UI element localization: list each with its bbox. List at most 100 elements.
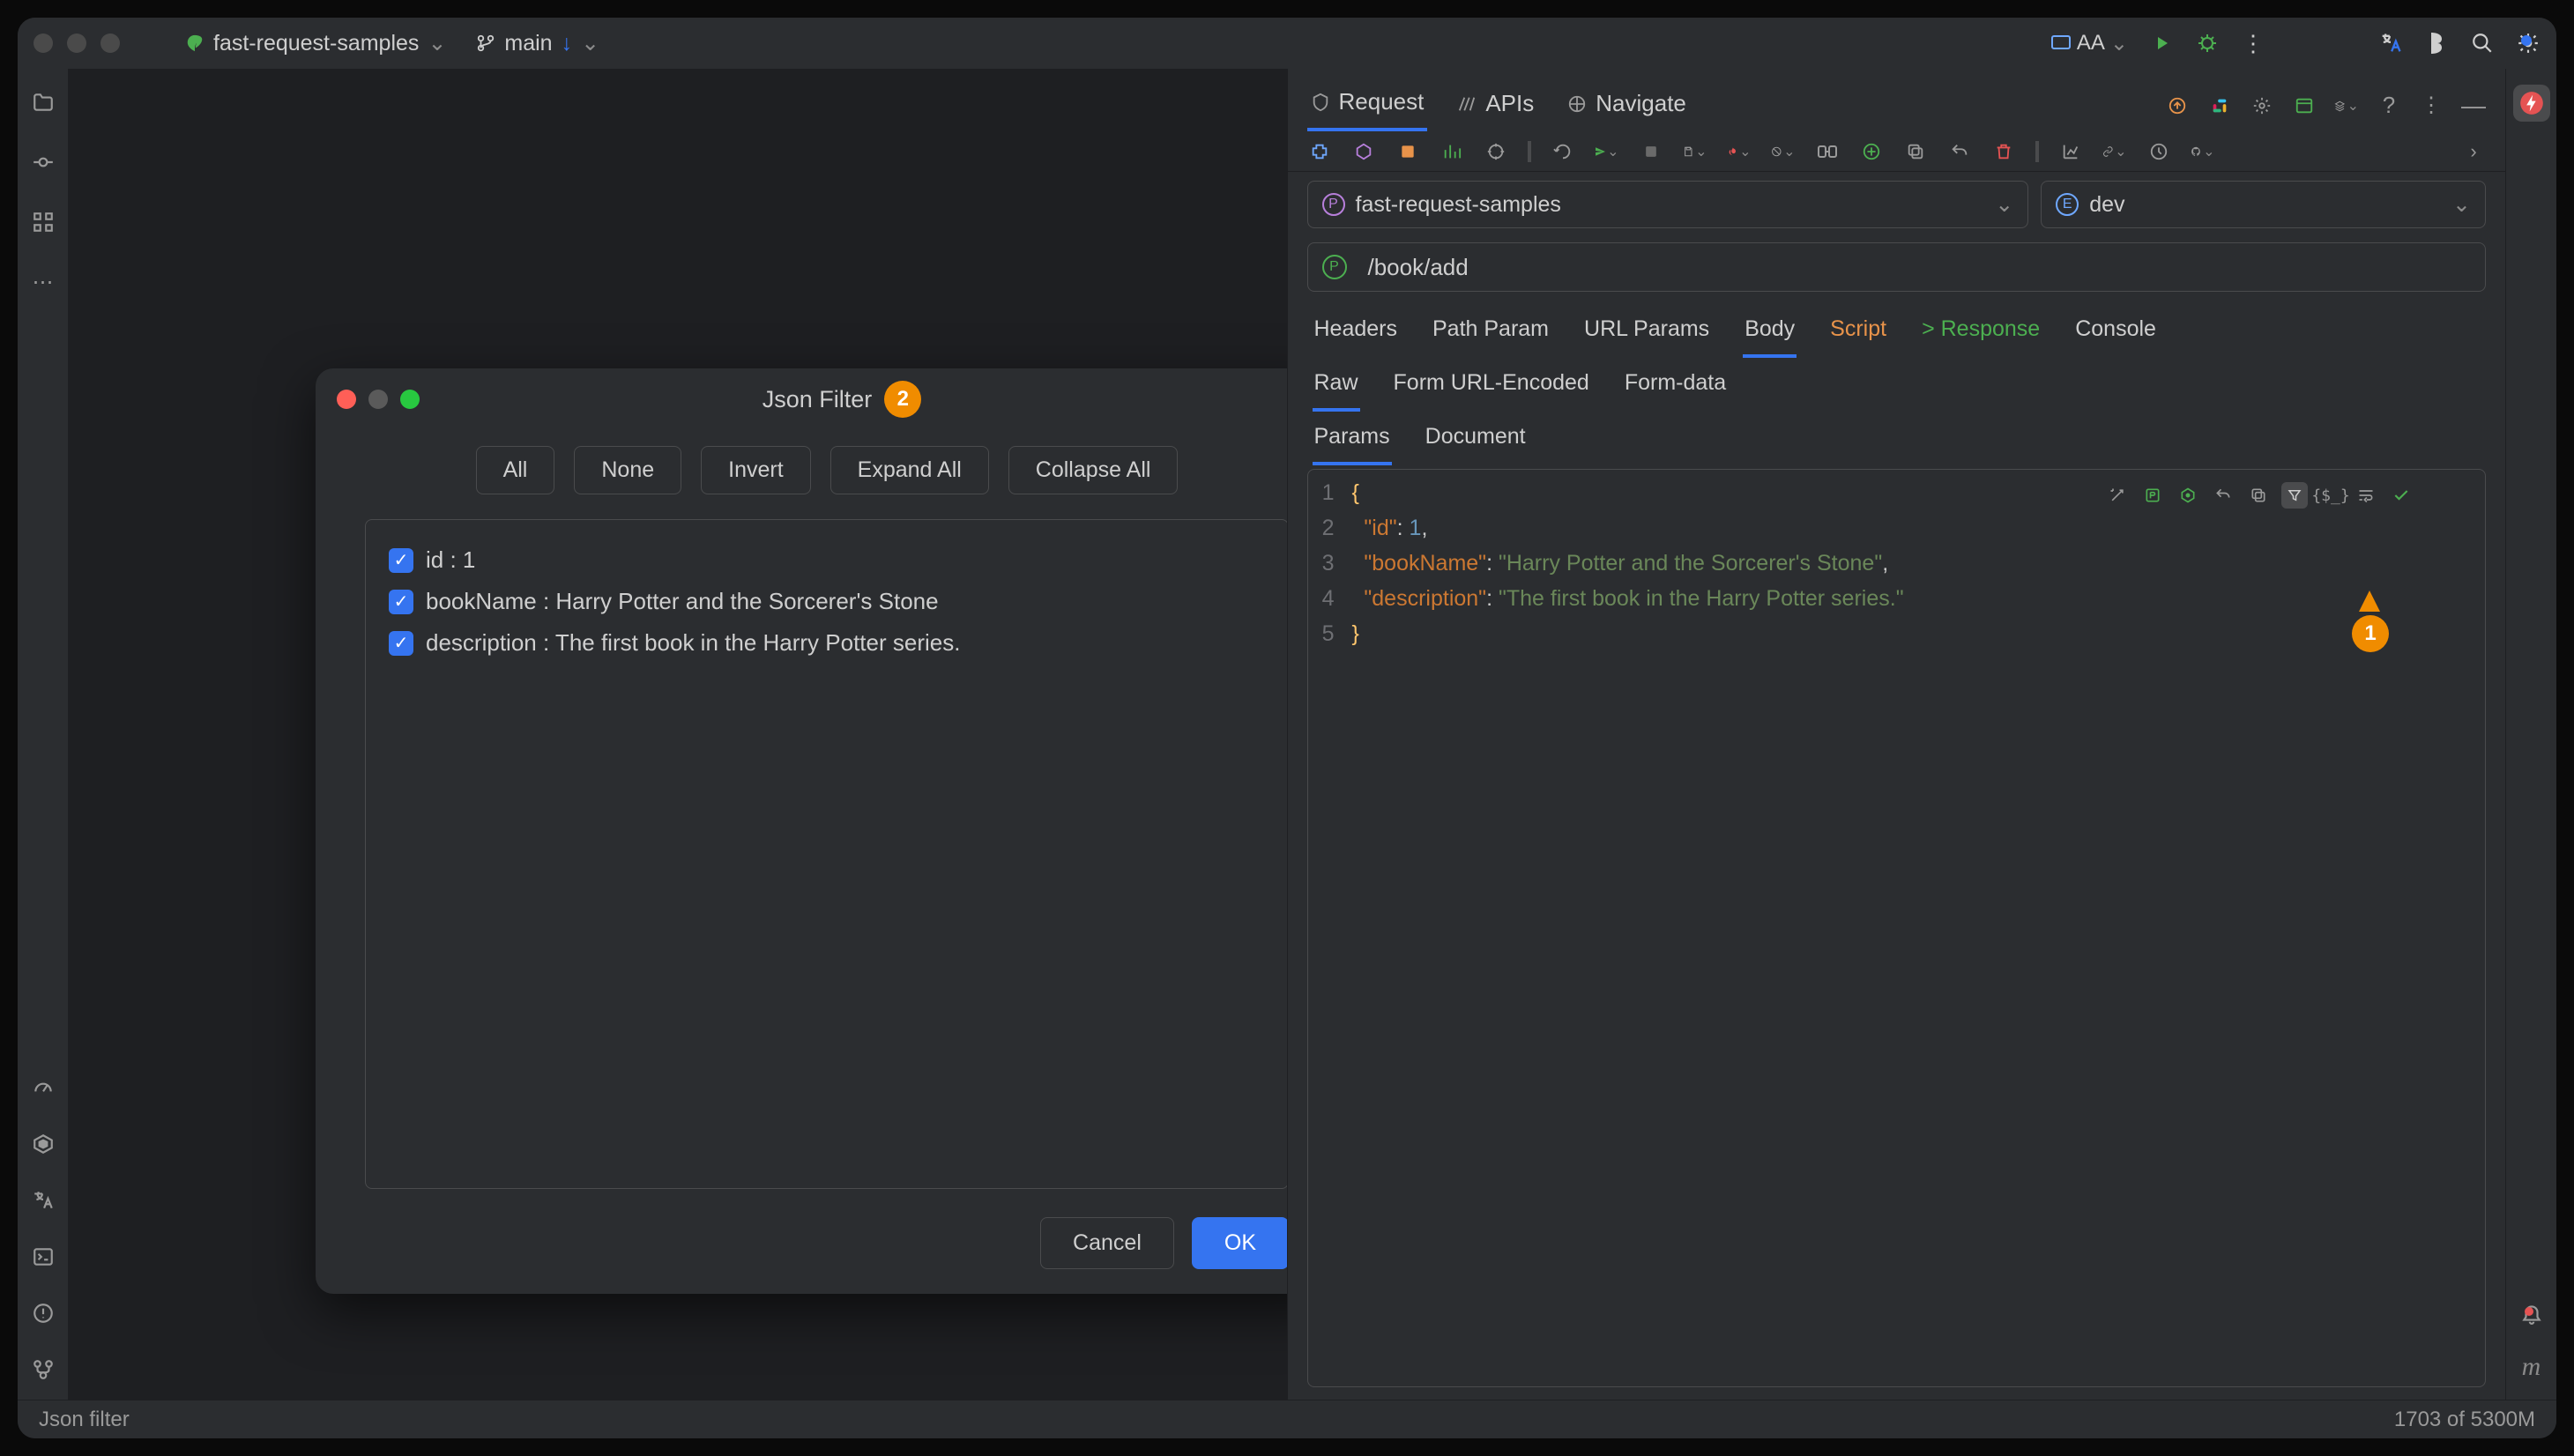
services-icon[interactable] bbox=[31, 1132, 56, 1156]
ok-button[interactable]: OK bbox=[1192, 1217, 1289, 1269]
more-tool-icon[interactable]: ⋯ bbox=[31, 270, 56, 294]
history-icon[interactable] bbox=[2146, 139, 2171, 164]
copy-icon[interactable] bbox=[1903, 139, 1928, 164]
invert-button[interactable]: Invert bbox=[701, 446, 811, 494]
filter-icon[interactable] bbox=[2281, 482, 2308, 509]
tab-script[interactable]: Script bbox=[1828, 309, 1888, 358]
more-menu[interactable]: ⋮ bbox=[2241, 31, 2265, 56]
chart-icon[interactable] bbox=[2058, 139, 2083, 164]
presentation-dropdown[interactable]: AA ⌄ bbox=[2050, 31, 2128, 56]
bito-icon[interactable] bbox=[2424, 31, 2449, 56]
undo-icon[interactable] bbox=[1947, 139, 1972, 164]
stop-icon[interactable] bbox=[1639, 139, 1663, 164]
tree-item[interactable]: ✓id : 1 bbox=[389, 539, 1265, 581]
debug-button[interactable] bbox=[2195, 31, 2220, 56]
wand-icon[interactable] bbox=[2105, 483, 2130, 508]
cancel-button[interactable]: Cancel bbox=[1040, 1217, 1174, 1269]
layers-dropdown[interactable]: ⌄ bbox=[2334, 93, 2359, 118]
checkbox-checked-icon[interactable]: ✓ bbox=[389, 590, 413, 614]
upload-icon[interactable] bbox=[2165, 93, 2190, 118]
cancel-dropdown[interactable]: ⌄ bbox=[1771, 139, 1796, 164]
target-icon[interactable] bbox=[1484, 139, 1508, 164]
window-controls[interactable] bbox=[33, 33, 120, 53]
minimize-icon[interactable]: — bbox=[2461, 93, 2486, 118]
search-icon[interactable] bbox=[2470, 31, 2495, 56]
braces-icon[interactable]: {$_} bbox=[2318, 483, 2343, 508]
attach-dropdown[interactable]: ⌄ bbox=[2102, 139, 2127, 164]
tab-form-data[interactable]: Form-data bbox=[1623, 363, 1728, 412]
url-input[interactable]: P /book/add bbox=[1307, 242, 2487, 292]
notifications-icon[interactable] bbox=[2519, 1301, 2544, 1326]
none-button[interactable]: None bbox=[574, 446, 681, 494]
terminal-icon[interactable] bbox=[31, 1244, 56, 1269]
tree-label: bookName : Harry Potter and the Sorcerer… bbox=[426, 588, 939, 615]
hex-icon[interactable] bbox=[1351, 139, 1376, 164]
fire-dropdown[interactable]: ⌄ bbox=[1727, 139, 1752, 164]
window-icon[interactable] bbox=[2292, 93, 2317, 118]
tab-raw[interactable]: Raw bbox=[1313, 363, 1360, 412]
collapse-all-button[interactable]: Collapse All bbox=[1008, 446, 1179, 494]
stats-icon[interactable] bbox=[1440, 139, 1464, 164]
check-icon[interactable] bbox=[2389, 483, 2414, 508]
copy-json-icon[interactable] bbox=[2246, 483, 2271, 508]
puzzle-icon[interactable] bbox=[1307, 139, 1332, 164]
tab-params[interactable]: Params bbox=[1313, 417, 1392, 465]
project-select[interactable]: P fast-request-samples ⌄ bbox=[1307, 181, 2029, 228]
commit-tool-icon[interactable] bbox=[31, 150, 56, 175]
all-button[interactable]: All bbox=[476, 446, 555, 494]
github-dropdown[interactable]: ⌄ bbox=[2191, 139, 2215, 164]
json-editor[interactable]: {$_} 12345 { "id": 1, "bookName": "Harry… bbox=[1307, 469, 2487, 1387]
tab-url-params[interactable]: URL Params bbox=[1582, 309, 1711, 358]
branch-dropdown[interactable]: main ↓ ⌄ bbox=[476, 30, 599, 56]
tab-response[interactable]: > Response bbox=[1920, 309, 2042, 358]
tab-body[interactable]: Body bbox=[1743, 309, 1797, 358]
tab-document[interactable]: Document bbox=[1424, 417, 1528, 465]
status-memory[interactable]: 1703 of 5300M bbox=[2394, 1408, 2535, 1432]
save-dropdown[interactable]: ⌄ bbox=[1683, 139, 1707, 164]
dashboard-icon[interactable] bbox=[31, 1075, 56, 1100]
tab-headers[interactable]: Headers bbox=[1313, 309, 1400, 358]
slack-icon[interactable] bbox=[2207, 93, 2232, 118]
checkbox-checked-icon[interactable]: ✓ bbox=[389, 548, 413, 573]
tree-item[interactable]: ✓ bookName : Harry Potter and the Sorcere… bbox=[389, 581, 1265, 622]
checkbox-checked-icon[interactable]: ✓ bbox=[389, 631, 413, 656]
retry-icon[interactable] bbox=[1551, 139, 1575, 164]
dialog-window-controls[interactable] bbox=[337, 390, 420, 409]
chevron-down-icon: ⌄ bbox=[1995, 191, 2013, 218]
expand-all-button[interactable]: Expand All bbox=[830, 446, 989, 494]
translate-tool-icon[interactable] bbox=[31, 1188, 56, 1213]
project-dropdown[interactable]: fast-request-samples ⌄ bbox=[173, 25, 458, 62]
tab-navigate[interactable]: Navigate bbox=[1564, 81, 1690, 130]
run-button[interactable] bbox=[2149, 31, 2174, 56]
add-circle-icon[interactable] bbox=[1859, 139, 1884, 164]
wrap-icon[interactable] bbox=[2354, 483, 2378, 508]
tree-item[interactable]: ✓description : The first book in the Har… bbox=[389, 622, 1265, 664]
ai-icon[interactable] bbox=[2176, 483, 2200, 508]
git-icon[interactable] bbox=[31, 1357, 56, 1382]
project-tool-icon[interactable] bbox=[31, 90, 56, 115]
settings-icon[interactable] bbox=[2516, 31, 2541, 56]
link-block-icon[interactable] bbox=[1815, 139, 1840, 164]
maven-icon[interactable]: m bbox=[2522, 1352, 2541, 1382]
help-icon[interactable]: ? bbox=[2377, 93, 2401, 118]
trash-icon[interactable] bbox=[1991, 139, 2016, 164]
problems-icon[interactable] bbox=[31, 1301, 56, 1326]
right-toolstrip: m bbox=[2505, 69, 2556, 1400]
env-select[interactable]: E dev ⌄ bbox=[2041, 181, 2486, 228]
translate-icon[interactable] bbox=[2378, 31, 2403, 56]
send-dropdown[interactable]: ⌄ bbox=[1595, 139, 1619, 164]
revert-icon[interactable] bbox=[2211, 483, 2236, 508]
box-icon[interactable] bbox=[1395, 139, 1420, 164]
tab-form-url[interactable]: Form URL-Encoded bbox=[1392, 363, 1591, 412]
tab-console[interactable]: Console bbox=[2073, 309, 2158, 358]
tab-apis[interactable]: APIs bbox=[1454, 81, 1537, 130]
example-icon[interactable] bbox=[2140, 483, 2165, 508]
tab-request[interactable]: Request bbox=[1307, 79, 1428, 131]
dialog-badge: 2 bbox=[884, 381, 921, 418]
gear-icon[interactable] bbox=[2250, 93, 2274, 118]
kebab-icon[interactable]: ⋮ bbox=[2419, 93, 2444, 118]
fast-request-tool-icon[interactable] bbox=[2513, 85, 2550, 122]
expand-icon[interactable]: › bbox=[2461, 139, 2486, 164]
tab-path-param[interactable]: Path Param bbox=[1431, 309, 1551, 358]
structure-tool-icon[interactable] bbox=[31, 210, 56, 234]
